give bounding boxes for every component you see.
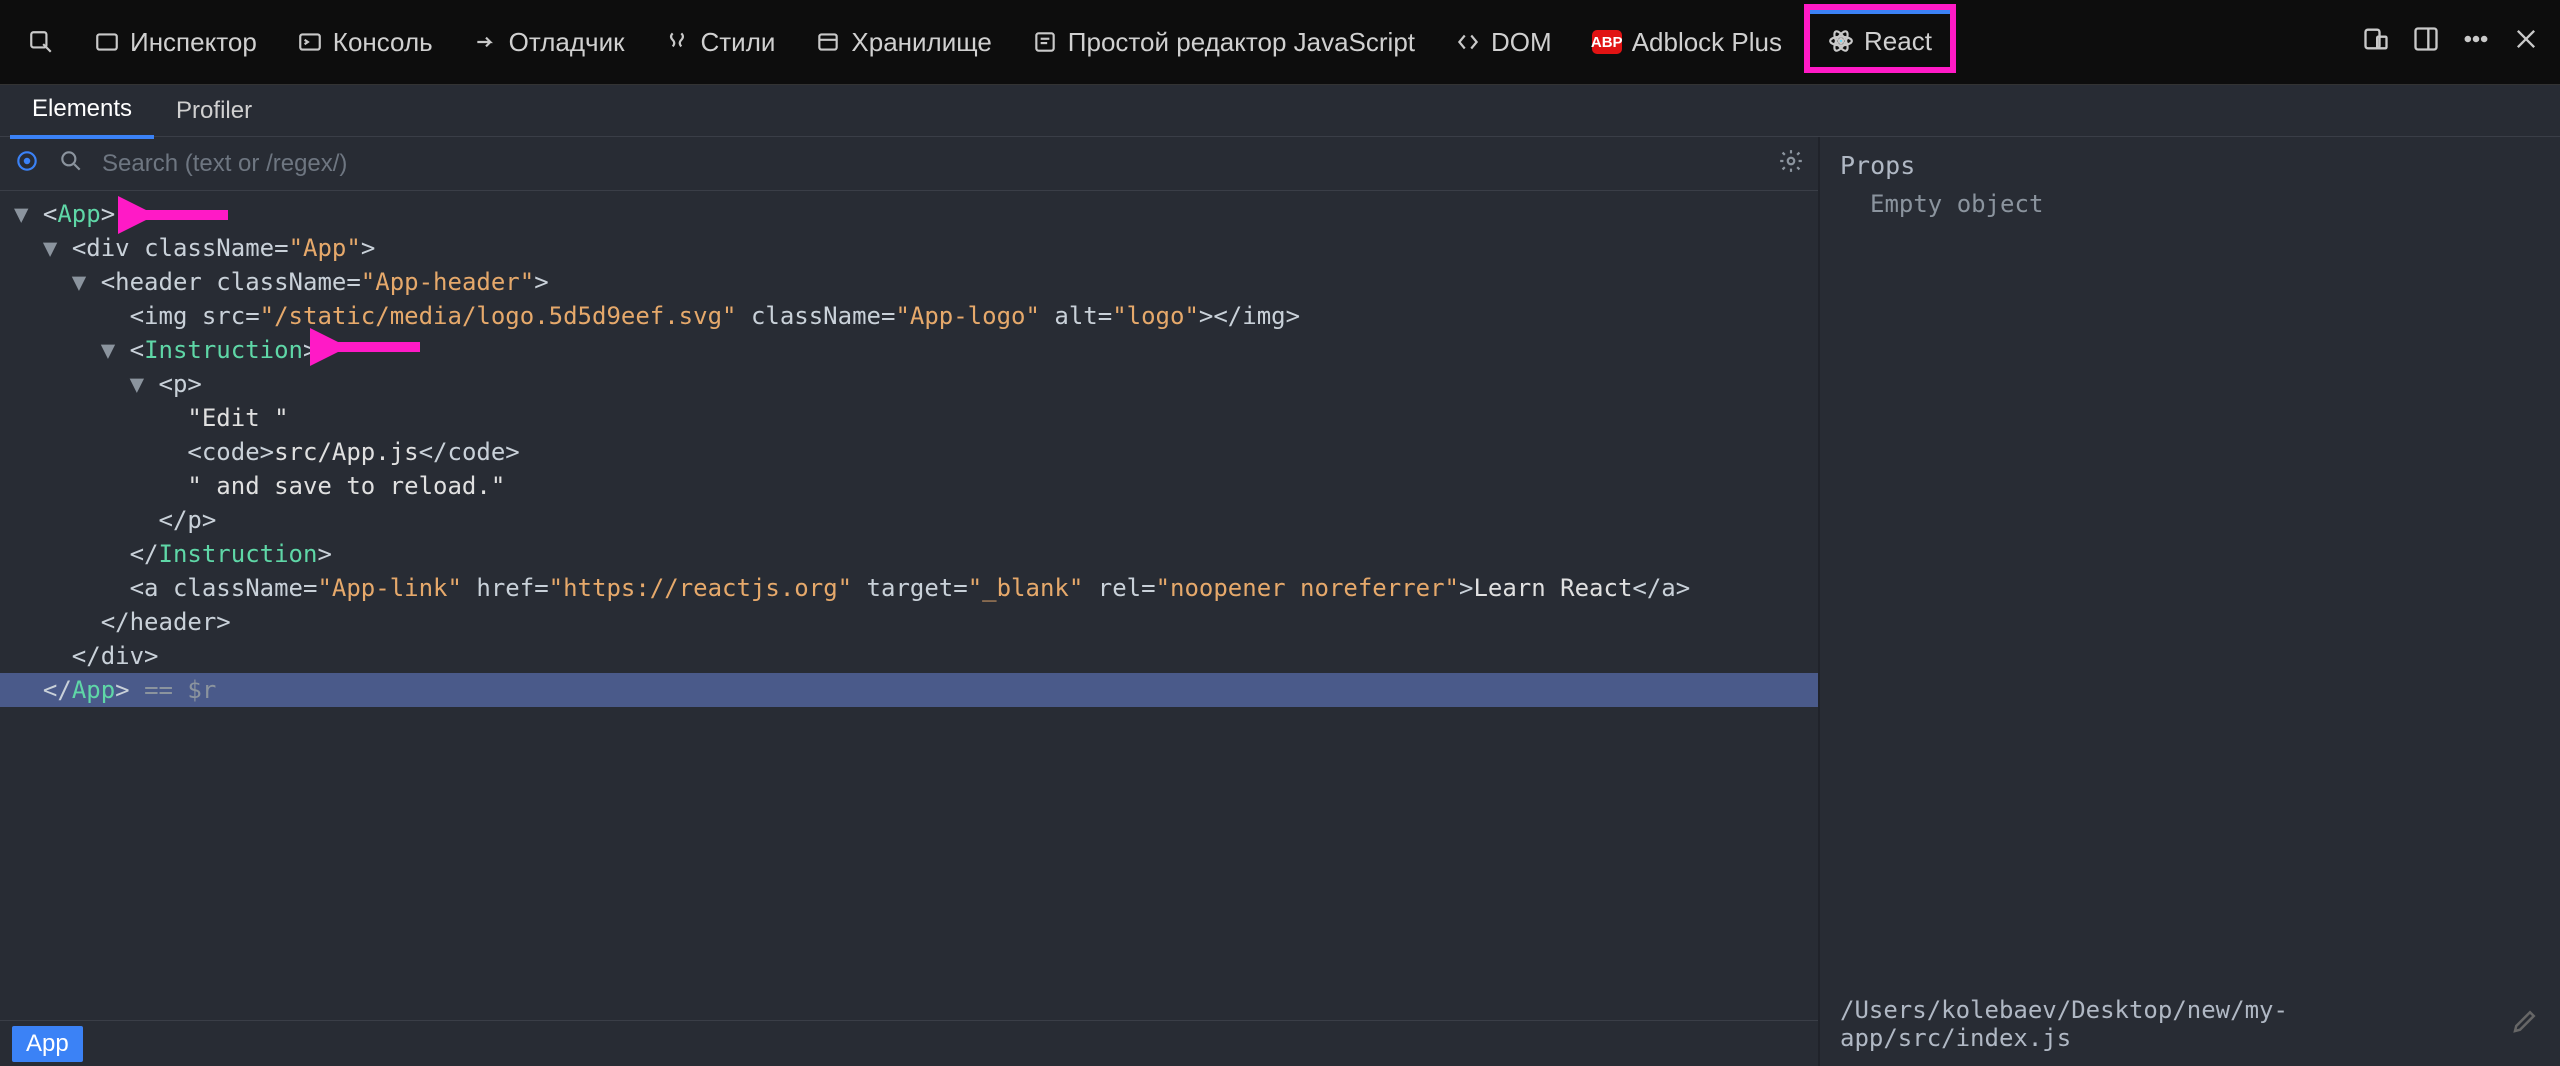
tree-row[interactable]: " and save to reload." [0, 469, 1818, 503]
react-subtabs: Elements Profiler [0, 85, 2560, 137]
react-devtools-panel: Elements Profiler [0, 85, 2560, 1066]
tab-adblock[interactable]: ABP Adblock Plus [1574, 17, 1800, 68]
search-bar [0, 137, 1818, 191]
tab-label: Простой редактор JavaScript [1068, 27, 1415, 58]
tab-inspector[interactable]: Инспектор [76, 17, 275, 68]
tab-label: React [1864, 26, 1932, 57]
tab-react[interactable]: React [1810, 10, 1950, 67]
tree-row[interactable]: ▼ <div className="App"> [0, 231, 1818, 265]
inspector-side-pane: Props Empty object /Users/kolebaev/Deskt… [1820, 137, 2560, 1066]
styles-icon [664, 29, 690, 55]
more-icon[interactable] [2462, 25, 2490, 59]
inspect-element-button[interactable] [14, 148, 40, 180]
props-value: Empty object [1840, 190, 2540, 218]
subtab-elements[interactable]: Elements [10, 83, 154, 139]
search-icon [58, 148, 84, 180]
element-picker-button[interactable] [10, 19, 72, 65]
dock-icon[interactable] [2412, 25, 2440, 59]
annotation-highlight: React [1804, 4, 1956, 73]
tree-row[interactable]: </Instruction> [0, 537, 1818, 571]
settings-button[interactable] [1778, 148, 1804, 180]
component-tree-pane: ▼ <App> ▼ <div className="App"> ▼ <heade… [0, 137, 1820, 1066]
tree-row-selected[interactable]: </App> == $r [0, 673, 1818, 707]
tree-row[interactable]: ▼ <App> [0, 197, 1818, 231]
tab-dom[interactable]: DOM [1437, 17, 1570, 68]
storage-icon [815, 29, 841, 55]
tree-row[interactable]: </p> [0, 503, 1818, 537]
subtab-profiler[interactable]: Profiler [154, 85, 274, 137]
tab-debugger[interactable]: Отладчик [455, 17, 643, 68]
component-tree[interactable]: ▼ <App> ▼ <div className="App"> ▼ <heade… [0, 191, 1818, 1020]
tab-console[interactable]: Консоль [279, 17, 451, 68]
tree-row[interactable]: "Edit " [0, 401, 1818, 435]
inspector-icon [94, 29, 120, 55]
breadcrumb-bar: App [0, 1020, 1818, 1066]
console-icon [297, 29, 323, 55]
tab-label: Отладчик [509, 27, 625, 58]
abp-badge-icon: ABP [1592, 30, 1622, 54]
jseditor-icon [1032, 29, 1058, 55]
tree-row[interactable]: ▼ <header className="App-header"> [0, 265, 1818, 299]
tab-label: Хранилище [851, 27, 991, 58]
tab-label: DOM [1491, 27, 1552, 58]
tree-row[interactable]: ▼ <Instruction> [0, 333, 1818, 367]
tab-styles[interactable]: Стили [646, 17, 793, 68]
picker-icon [28, 29, 54, 55]
search-input[interactable] [102, 150, 1760, 178]
tree-row[interactable]: ▼ <p> [0, 367, 1818, 401]
tab-label: Стили [700, 27, 775, 58]
devtools-toolbar: Инспектор Консоль Отладчик Стили Хранили… [0, 0, 2560, 85]
source-path: /Users/kolebaev/Desktop/new/my-app/src/i… [1840, 996, 2500, 1052]
tab-storage[interactable]: Хранилище [797, 17, 1009, 68]
tree-row[interactable]: </header> [0, 605, 1818, 639]
tab-label: Инспектор [130, 27, 257, 58]
react-icon [1828, 28, 1854, 54]
tab-label: Консоль [333, 27, 433, 58]
props-heading: Props [1840, 151, 2540, 180]
tab-jseditor[interactable]: Простой редактор JavaScript [1014, 17, 1433, 68]
tree-row[interactable]: <img src="/static/media/logo.5d5d9eef.sv… [0, 299, 1818, 333]
pencil-icon[interactable] [2510, 1006, 2540, 1042]
tree-row[interactable]: <a className="App-link" href="https://re… [0, 571, 1818, 605]
close-icon[interactable] [2512, 25, 2540, 59]
debugger-icon [473, 29, 499, 55]
tree-row[interactable]: </div> [0, 639, 1818, 673]
source-location: /Users/kolebaev/Desktop/new/my-app/src/i… [1840, 996, 2540, 1052]
tab-label: Adblock Plus [1632, 27, 1782, 58]
tree-row[interactable]: <code>src/App.js</code> [0, 435, 1818, 469]
breadcrumb-item[interactable]: App [12, 1026, 83, 1062]
responsive-icon[interactable] [2362, 25, 2390, 59]
dom-icon [1455, 29, 1481, 55]
